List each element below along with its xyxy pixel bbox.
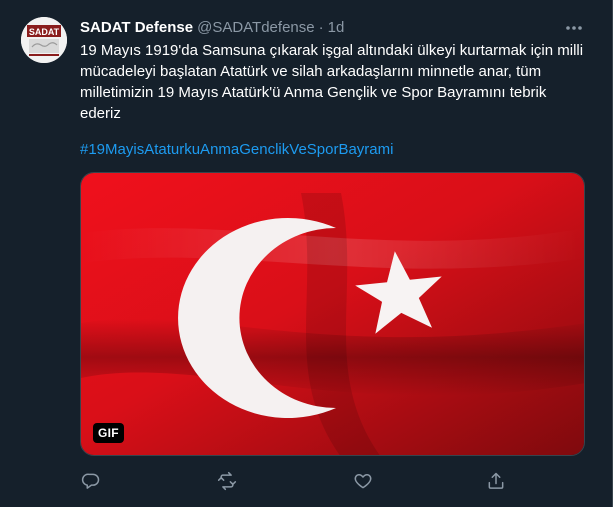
tweet-header: SADAT Defense @SADATdefense · 1d <box>80 17 344 37</box>
reply-icon[interactable] <box>80 470 102 492</box>
tweet-actions <box>80 470 510 492</box>
tweet-body: 19 Mayıs 1919'da Samsuna çıkarak işgal a… <box>80 42 584 122</box>
tweet[interactable]: SADAT SADAT Defense @SADATdefense · 1d 1… <box>0 0 613 507</box>
turkish-flag-image <box>81 173 584 455</box>
more-dots-icon[interactable] <box>564 18 584 38</box>
gif-media[interactable]: GIF <box>80 172 585 456</box>
hashtag-link[interactable]: #19MayisAtaturkuAnmaGenclikVeSporBayrami <box>80 139 393 160</box>
display-name[interactable]: SADAT Defense <box>80 19 193 36</box>
separator-dot: · <box>318 18 324 36</box>
avatar[interactable]: SADAT <box>21 17 67 63</box>
user-handle[interactable]: @SADATdefense <box>197 19 315 36</box>
retweet-icon[interactable] <box>216 470 238 492</box>
gif-badge: GIF <box>93 423 124 443</box>
timestamp[interactable]: 1d <box>328 19 345 36</box>
tweet-text: 19 Mayıs 1919'da Samsuna çıkarak işgal a… <box>80 40 585 124</box>
share-icon[interactable] <box>485 470 507 492</box>
heart-icon[interactable] <box>352 470 374 492</box>
svg-text:SADAT: SADAT <box>29 27 60 37</box>
